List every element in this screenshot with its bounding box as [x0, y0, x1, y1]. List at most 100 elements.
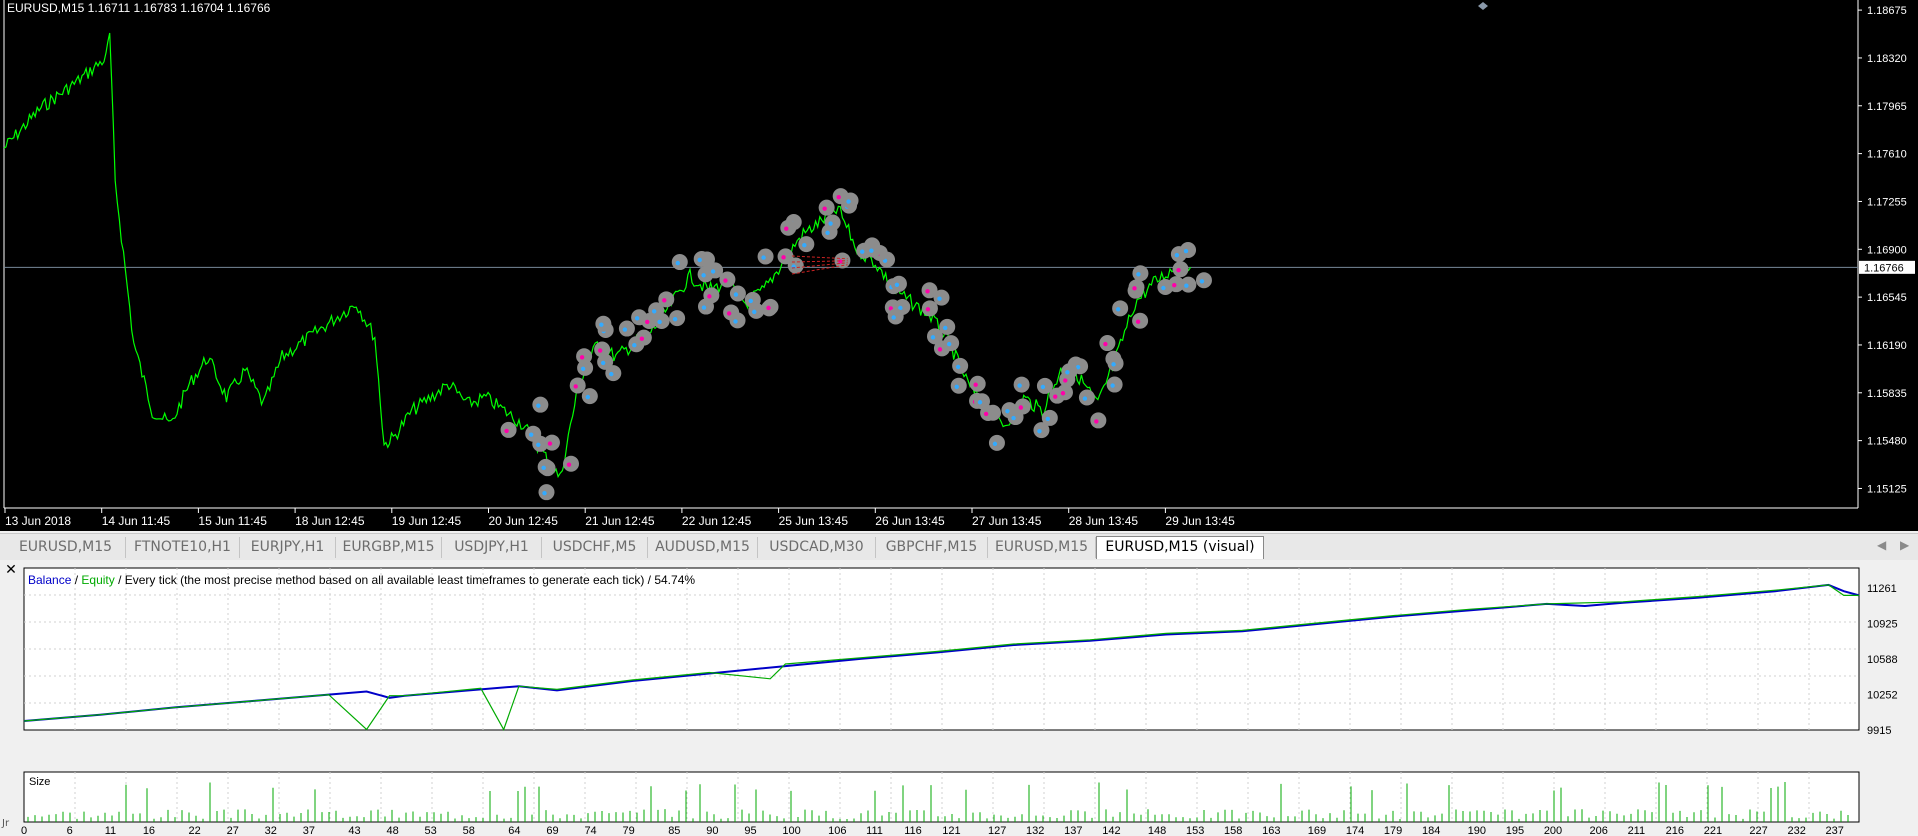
tab-audusd-m15[interactable]: AUDUSD,M15 — [648, 537, 758, 558]
trade-arrow — [504, 428, 509, 434]
x-tick-label: 100 — [782, 825, 800, 836]
trade-marker — [581, 388, 598, 405]
trade-marker — [562, 455, 579, 472]
trade-arrow — [748, 298, 753, 304]
trade-marker — [594, 341, 611, 358]
tab-usdchf-m5[interactable]: USDCHF,M5 — [542, 537, 648, 558]
x-tick-label: 232 — [1787, 825, 1805, 836]
trade-arrow — [784, 226, 789, 231]
trade-marker — [824, 214, 841, 231]
trade-arrow — [639, 336, 645, 341]
trade-marker — [1132, 312, 1149, 329]
trade-arrow — [600, 360, 606, 366]
trade-arrow — [579, 355, 585, 360]
trade-arrow — [1172, 282, 1177, 288]
x-tick-label: 0 — [21, 825, 27, 836]
trade-arrow — [657, 319, 662, 325]
trade-arrow — [1011, 415, 1016, 421]
trade-marker — [595, 315, 612, 332]
trade-arrow — [937, 296, 942, 301]
trade-arrow — [632, 343, 637, 348]
trade-arrow — [1176, 267, 1181, 273]
value-tick-label: 10925 — [1867, 618, 1898, 630]
date-tick-label: 13 Jun 2018 — [5, 514, 71, 528]
tab-ftnote10-h1[interactable]: FTNOTE10,H1 — [126, 537, 240, 558]
date-tick-label: 25 Jun 13:45 — [779, 514, 849, 528]
trade-arrow — [766, 305, 771, 311]
tab-eurusd-m15[interactable]: EURUSD,M15 — [6, 537, 126, 558]
trade-arrow — [634, 316, 640, 321]
tab-eurusd-m15-visual[interactable]: EURUSD,M15 (visual) — [1096, 536, 1264, 559]
trade-marker — [1128, 279, 1145, 296]
x-tick-label: 95 — [744, 825, 756, 836]
x-tick-label: 58 — [463, 825, 475, 836]
trade-arrow — [609, 371, 614, 377]
trade-arrow — [662, 298, 667, 303]
trade-arrow — [925, 289, 930, 294]
price-tick-label: 1.18320 — [1867, 53, 1907, 65]
tab-eurjpy-h1[interactable]: EURJPY,H1 — [240, 537, 336, 558]
x-tick-label: 184 — [1422, 825, 1440, 836]
trade-arrow — [752, 309, 757, 315]
trade-arrow — [697, 257, 702, 263]
tester-value-labels: 11261 10925 10588 10252 9915 — [1867, 583, 1898, 737]
trade-arrow — [781, 255, 786, 260]
trade-arrow — [1017, 383, 1022, 388]
trade-marker — [1090, 412, 1107, 429]
trade-marker — [719, 271, 736, 288]
trade-arrow — [1060, 391, 1066, 396]
trade-arrow — [675, 260, 680, 266]
trade-marker — [969, 375, 986, 392]
tab-eurgbp-m15[interactable]: EURGBP,M15 — [336, 537, 442, 558]
trade-marker — [569, 377, 586, 394]
price-chart[interactable]: 1.18675 1.18320 1.17965 1.17610 1.17255 1.169… — [0, 0, 1918, 531]
x-tick-label: 163 — [1262, 825, 1280, 836]
x-tick-label: 190 — [1468, 825, 1486, 836]
legend-description: / Every tick (the most precise method ba… — [115, 573, 696, 587]
tester-x-labels: 0 6 11 16 22 27 32 37 43 48 53 58 64 69 74 79 85 90 95 100 1… — [21, 825, 1844, 836]
trade-arrow — [761, 255, 766, 260]
x-tick-label: 43 — [348, 825, 360, 836]
trade-arrow — [672, 316, 678, 322]
legend-balance: Balance — [28, 573, 72, 587]
price-tick-label: 1.16900 — [1867, 244, 1907, 256]
tab-usdjpy-h1[interactable]: USDJPY,H1 — [442, 537, 542, 558]
x-tick-label: 153 — [1186, 825, 1204, 836]
trade-arrow — [869, 248, 874, 253]
tester-graph-canvas[interactable]: 11261 10925 10588 10252 9915 0 6 11 16 22 27 32 37 4… — [0, 560, 1918, 836]
tab-usdcad-m30[interactable]: USDCAD,M30 — [758, 537, 876, 558]
tab-eurusd-m15[interactable]: EURUSD,M15 — [988, 537, 1096, 558]
trade-arrow — [983, 411, 989, 417]
trade-marker — [744, 291, 761, 308]
tab-scroll-left-icon[interactable]: ◀ — [1877, 538, 1886, 552]
value-tick-label: 11261 — [1867, 583, 1897, 595]
trade-arrow — [707, 294, 712, 299]
trade-arrow — [891, 315, 896, 320]
trade-marker — [762, 298, 779, 315]
tab-gbpchf-m15[interactable]: GBPCHF,M15 — [876, 537, 988, 558]
trade-arrow — [599, 322, 604, 327]
x-tick-label: 79 — [623, 825, 635, 836]
date-tick-label: 18 Jun 12:45 — [295, 514, 365, 528]
close-icon[interactable]: ✕ — [4, 563, 18, 577]
trade-marker — [605, 365, 622, 382]
date-tick-label: 22 Jun 12:45 — [682, 514, 752, 528]
trade-arrow — [580, 366, 586, 372]
trade-marker — [1061, 363, 1078, 380]
trade-arrow — [733, 292, 739, 297]
x-tick-label: 127 — [988, 825, 1006, 836]
trade-marker — [635, 329, 652, 346]
trade-marker — [818, 199, 835, 216]
trade-marker — [658, 291, 675, 308]
trade-arrow — [943, 325, 948, 331]
trade-arrow — [701, 273, 706, 278]
x-tick-label: 221 — [1704, 825, 1722, 836]
date-tick-label: 29 Jun 13:45 — [1165, 514, 1235, 528]
trade-marker — [1112, 300, 1129, 317]
price-chart-canvas[interactable]: 1.18675 1.18320 1.17965 1.17610 1.17255 1.169… — [0, 0, 1918, 531]
price-tick-label: 1.17965 — [1867, 101, 1907, 113]
x-tick-label: 53 — [425, 825, 437, 836]
trade-marker — [1013, 376, 1030, 393]
x-tick-label: 22 — [189, 825, 201, 836]
tab-scroll-right-icon[interactable]: ▶ — [1900, 538, 1909, 552]
